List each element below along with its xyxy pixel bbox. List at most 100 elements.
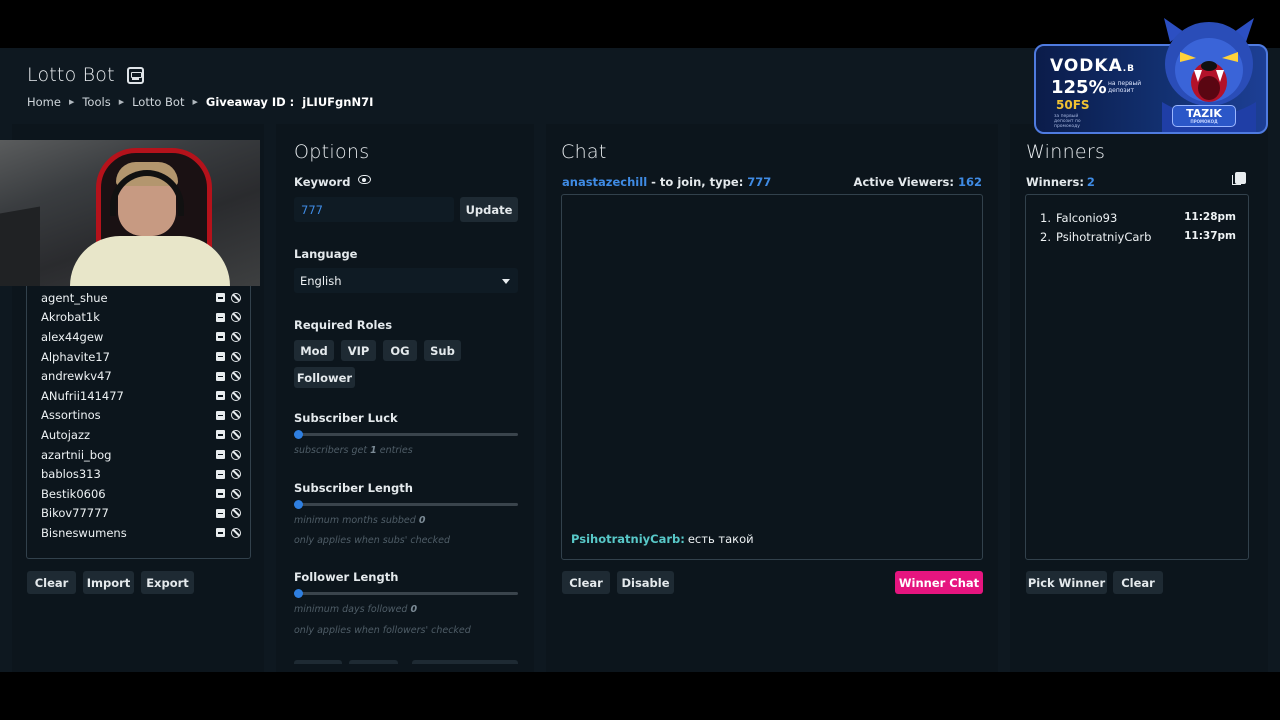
ad-fine-print: за первый депозит по промокоду	[1054, 114, 1081, 129]
language-select-value: English	[300, 273, 342, 288]
chat-message: PsihotratniyCarb: есть такой	[571, 532, 754, 546]
promo-code-label: ПРОМОКОД	[1190, 119, 1218, 124]
winner-name: Falconio93	[1056, 211, 1118, 225]
remove-entry-icon[interactable]	[216, 371, 225, 381]
remove-entry-icon[interactable]	[216, 293, 225, 303]
role-follower-button[interactable]: Follower	[294, 367, 355, 388]
join-keyword: 777	[747, 175, 772, 189]
remove-entry-icon[interactable]	[216, 332, 225, 342]
robot-icon	[126, 66, 144, 84]
cut-off-button[interactable]	[412, 660, 518, 664]
user-row: Assortinos	[41, 406, 241, 426]
winners-count: Winners: 2	[1026, 175, 1095, 189]
user-name: andrewkv47	[41, 369, 112, 384]
user-name: Bisneswumens	[41, 525, 127, 540]
subscriber-luck-label: Subscriber Luck	[294, 411, 398, 425]
ban-icon[interactable]	[231, 371, 241, 382]
winners-heading: Winners	[1026, 141, 1106, 163]
remove-entry-icon[interactable]	[216, 450, 225, 460]
ad-percent: 125%	[1051, 77, 1107, 98]
hint-text: subscribers get	[294, 445, 368, 456]
users-clear-button[interactable]: Clear	[27, 571, 76, 594]
pick-winner-button[interactable]: Pick Winner	[1026, 571, 1107, 594]
ban-icon[interactable]	[231, 351, 241, 362]
language-select[interactable]: English	[294, 268, 518, 293]
user-row: Akrobat1k	[41, 308, 241, 328]
chat-heading: Chat	[561, 141, 607, 163]
follower-length-hint-2: only applies when followers' checked	[294, 625, 471, 636]
chevron-right-icon: ▶	[192, 98, 198, 106]
eye-icon[interactable]	[358, 175, 371, 184]
breadcrumb-home[interactable]: Home	[27, 95, 61, 109]
user-name: azartnii_bog	[41, 447, 112, 462]
follower-length-slider[interactable]	[294, 589, 518, 598]
role-sub-button[interactable]: Sub	[424, 340, 461, 361]
ban-icon[interactable]	[231, 312, 241, 323]
winner-row: 1. Falconio93 11:28pm	[1040, 211, 1236, 225]
hint-value: 1	[370, 445, 377, 456]
promo-code-badge[interactable]: TAZIK ПРОМОКОД	[1172, 105, 1236, 127]
ban-icon[interactable]	[231, 488, 241, 499]
user-row: ANufrii141477	[41, 386, 241, 406]
remove-entry-icon[interactable]	[216, 352, 225, 362]
role-og-button[interactable]: OG	[383, 340, 417, 361]
required-roles-label: Required Roles	[294, 318, 393, 332]
ban-icon[interactable]	[231, 292, 241, 303]
users-import-button[interactable]: Import	[83, 571, 134, 594]
keyboard-image	[0, 206, 40, 286]
remove-entry-icon[interactable]	[216, 410, 225, 420]
remove-entry-icon[interactable]	[216, 508, 225, 518]
remove-entry-icon[interactable]	[216, 489, 225, 499]
remove-entry-icon[interactable]	[216, 528, 225, 538]
keyword-label: Keyword	[294, 175, 351, 189]
subscriber-length-hint-2: only applies when subs' checked	[294, 535, 451, 546]
winner-row: 2. PsihotratniyCarb 11:37pm	[1040, 230, 1236, 244]
remove-entry-icon[interactable]	[216, 312, 225, 322]
user-name: ANufrii141477	[41, 388, 124, 403]
chat-log[interactable]	[561, 194, 983, 560]
role-vip-button[interactable]: VIP	[341, 340, 376, 361]
slider-knob[interactable]	[294, 500, 303, 509]
winner-index: 2.	[1040, 230, 1051, 244]
active-viewers-label: Active Viewers:	[853, 175, 954, 189]
breadcrumb-tools[interactable]: Tools	[82, 95, 110, 109]
active-viewers: Active Viewers: 162	[854, 175, 982, 189]
breadcrumb-lotto-bot[interactable]: Lotto Bot	[132, 95, 184, 109]
chat-disable-button[interactable]: Disable	[617, 571, 674, 594]
ban-icon[interactable]	[231, 469, 241, 480]
role-mod-button[interactable]: Mod	[294, 340, 334, 361]
hint-text: entries	[379, 445, 413, 456]
user-name: Assortinos	[41, 408, 101, 423]
slider-knob[interactable]	[294, 589, 303, 598]
active-viewers-count: 162	[957, 175, 982, 189]
ban-icon[interactable]	[231, 410, 241, 421]
remove-entry-icon[interactable]	[216, 469, 225, 479]
ban-icon[interactable]	[231, 390, 241, 401]
subscriber-luck-slider[interactable]	[294, 430, 518, 439]
ban-icon[interactable]	[231, 449, 241, 460]
chat-clear-button[interactable]: Clear	[562, 571, 610, 594]
remove-entry-icon[interactable]	[216, 391, 225, 401]
cut-off-button[interactable]	[349, 660, 398, 664]
users-export-button[interactable]: Export	[141, 571, 194, 594]
ban-icon[interactable]	[231, 331, 241, 342]
keyword-input[interactable]: 777	[294, 197, 454, 222]
winner-chat-button[interactable]: Winner Chat	[895, 571, 983, 594]
cut-off-button[interactable]	[294, 660, 342, 664]
ban-icon[interactable]	[231, 508, 241, 519]
winners-clear-button[interactable]: Clear	[1113, 571, 1163, 594]
user-row: Bisneswumens	[41, 523, 241, 543]
subscriber-length-slider[interactable]	[294, 500, 518, 509]
user-row: andrewkv47	[41, 366, 241, 386]
user-name: bablos313	[41, 467, 101, 482]
ban-icon[interactable]	[231, 429, 241, 440]
ad-brand-name: VODKA	[1050, 56, 1123, 76]
hint-value: 0	[418, 515, 426, 526]
slider-knob[interactable]	[294, 430, 303, 439]
remove-entry-icon[interactable]	[216, 430, 225, 440]
page-title: Lotto Bot	[27, 64, 144, 86]
chevron-right-icon: ▶	[68, 98, 75, 106]
ban-icon[interactable]	[231, 527, 241, 538]
copy-icon[interactable]	[1232, 172, 1246, 185]
keyword-update-button[interactable]: Update	[460, 197, 518, 222]
